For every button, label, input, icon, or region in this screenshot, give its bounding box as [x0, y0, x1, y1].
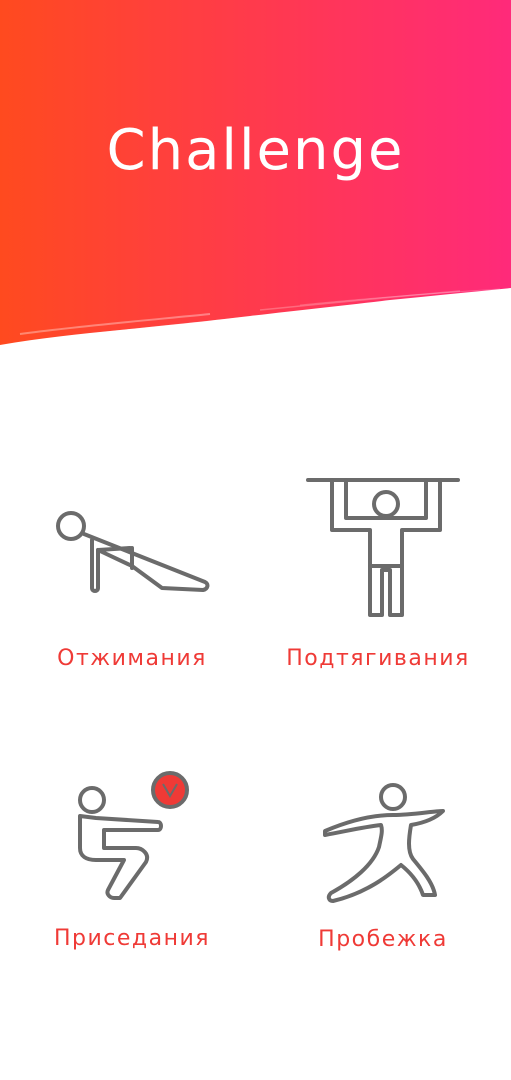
- exercise-tile-running[interactable]: Пробежка: [263, 775, 503, 995]
- running-icon: [323, 783, 445, 903]
- exercise-tile-squats[interactable]: Приседания: [12, 770, 252, 990]
- exercise-tile-pushups[interactable]: Отжимания: [12, 490, 252, 710]
- pullup-icon: [306, 478, 460, 617]
- exercise-label-pushups: Отжимания: [57, 646, 207, 671]
- exercise-label-squats: Приседания: [53, 926, 211, 951]
- page-title: Challenge: [106, 118, 405, 183]
- header-banner: Challenge: [0, 0, 511, 360]
- exercise-label-running: Пробежка: [318, 927, 448, 952]
- pushup-icon: [56, 511, 210, 593]
- squat-with-ball-icon: [78, 771, 189, 900]
- exercise-label-pullups: Подтягивания: [286, 646, 470, 671]
- exercise-tile-pullups[interactable]: Подтягивания: [258, 470, 498, 690]
